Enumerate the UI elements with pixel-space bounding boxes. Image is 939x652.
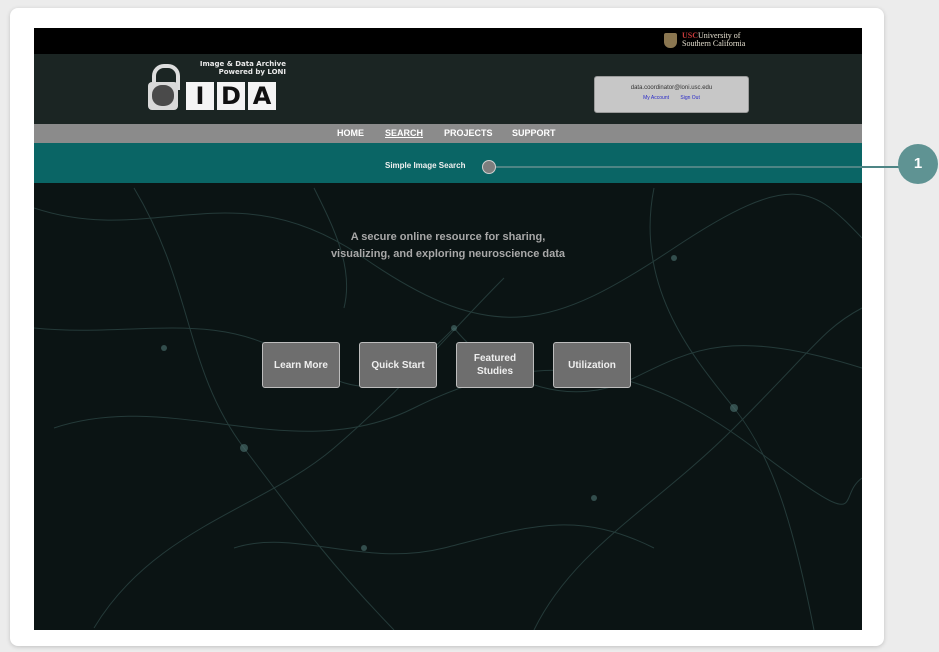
my-account-link[interactable]: My Account [643,95,669,101]
top-bar: USCUniversity of Southern California [34,28,862,54]
usc-line2: Southern California [682,39,746,48]
usc-logo[interactable]: USCUniversity of Southern California [664,32,745,48]
usc-seal-icon [664,32,677,48]
ida-homepage: USCUniversity of Southern California Ima… [34,28,862,630]
ida-wordmark: I D A [186,82,276,110]
tagline-line1: A secure online resource for sharing, [350,231,546,243]
account-links: My Account Sign Out [595,95,748,101]
main-nav: HOME SEARCH PROJECTS SUPPORT [34,124,862,143]
site-tagline: A secure online resource for sharing, vi… [264,229,632,263]
sign-out-link[interactable]: Sign Out [680,95,699,101]
ida-letter-i: I [186,82,214,110]
callout-line [489,166,899,168]
featured-studies-button[interactable]: Featured Studies [456,342,534,388]
nav-search[interactable]: SEARCH [385,128,423,138]
tagline-line2: visualizing, and exploring neuroscience … [330,248,566,260]
usc-text: USCUniversity of Southern California [682,32,745,48]
account-email: data.coordinator@loni.usc.edu [630,85,713,91]
logo-tagline-line2: Powered by LONI [218,68,286,76]
callout-dot [482,160,496,174]
callout-badge: 1 [898,144,938,184]
logo-tagline-line1: Image & Data Archive [199,60,286,68]
nav-support[interactable]: SUPPORT [512,128,556,138]
ida-letter-a: A [248,82,276,110]
nav-home[interactable]: HOME [337,128,364,138]
quick-start-button[interactable]: Quick Start [359,342,437,388]
simple-image-search-link[interactable]: Simple Image Search [385,161,465,170]
brain-icon [152,85,174,106]
nav-projects[interactable]: PROJECTS [444,128,493,138]
ida-logo[interactable]: Image & Data Archive Powered by LONI I D… [146,60,286,116]
logo-tagline: Image & Data Archive Powered by LONI [200,60,286,76]
learn-more-button[interactable]: Learn More [262,342,340,388]
ida-letter-d: D [217,82,245,110]
utilization-button[interactable]: Utilization [553,342,631,388]
sub-nav: Simple Image Search [34,143,862,183]
account-box: data.coordinator@loni.usc.edu My Account… [594,76,749,113]
